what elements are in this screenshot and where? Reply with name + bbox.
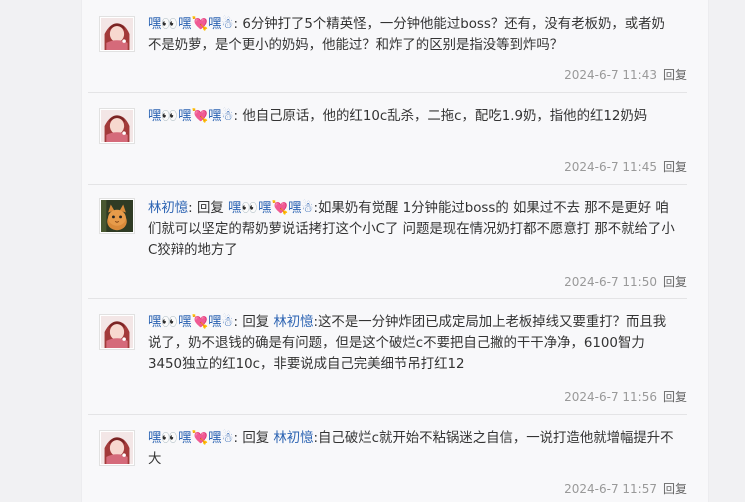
reply-item: 林初憶: 回复 嘿👀嘿💘嘿☃:如果奶有觉醒 1分钟能过boss的 如果过不去 那…	[88, 184, 687, 299]
reply-button[interactable]: 回复	[663, 160, 687, 174]
colon-separator: :	[233, 17, 243, 32]
reply-to-user-link[interactable]: 林初憶	[273, 431, 313, 446]
user-avatar[interactable]	[99, 16, 135, 52]
anime-avatar-icon	[101, 18, 133, 50]
reply-item: 嘿👀嘿💘嘿☃: 6分钟打了5个精英怪，一分钟他能过boss？还有，没有老板奶，或…	[88, 0, 687, 93]
user-avatar[interactable]	[99, 430, 135, 466]
cat-avatar-icon	[101, 200, 133, 232]
reply-meta: 2024-6-7 11:57 回复	[564, 480, 687, 497]
reply-item: 嘿👀嘿💘嘿☃: 他自己原话，他的红10c乱杀，二拖c，配吃1.9奶，指他的红12…	[88, 92, 687, 185]
username-link[interactable]: 嘿👀嘿💘嘿☃	[148, 431, 234, 446]
reply-button[interactable]: 回复	[663, 482, 687, 496]
reply-timestamp: 2024-6-7 11:57	[564, 482, 657, 496]
reply-text: 他自己原话，他的红10c乱杀，二拖c，配吃1.9奶，指他的红12奶妈	[242, 109, 648, 124]
reply-meta: 2024-6-7 11:50 回复	[564, 273, 687, 290]
reply-content: 嘿👀嘿💘嘿☃: 回复 林初憶:自己破烂c就开始不粘锅迷之自信，一说打造他就增幅提…	[148, 428, 678, 470]
reply-to-label: 回复	[196, 201, 228, 216]
reply-meta: 2024-6-7 11:56 回复	[564, 388, 687, 405]
reply-button[interactable]: 回复	[663, 390, 687, 404]
username-link[interactable]: 嘿👀嘿💘嘿☃	[148, 17, 234, 32]
reply-to-user-link[interactable]: 林初憶	[273, 315, 313, 330]
reply-content: 嘿👀嘿💘嘿☃: 回复 林初憶:这不是一分钟炸团已成定局加上老板掉线又要重打？而且…	[148, 312, 678, 375]
user-avatar[interactable]	[99, 314, 135, 350]
reply-to-label: 回复	[242, 315, 274, 330]
colon-separator: :	[233, 109, 243, 124]
username-link[interactable]: 嘿👀嘿💘嘿☃	[148, 109, 234, 124]
reply-timestamp: 2024-6-7 11:43	[564, 68, 657, 82]
reply-item: 嘿👀嘿💘嘿☃: 回复 林初憶:自己破烂c就开始不粘锅迷之自信，一说打造他就增幅提…	[88, 414, 687, 502]
reply-meta: 2024-6-7 11:45 回复	[564, 158, 687, 175]
reply-item: 嘿👀嘿💘嘿☃: 回复 林初憶:这不是一分钟炸团已成定局加上老板掉线又要重打？而且…	[88, 298, 687, 415]
anime-avatar-icon	[101, 432, 133, 464]
user-avatar[interactable]	[99, 108, 135, 144]
reply-list: 嘿👀嘿💘嘿☃: 6分钟打了5个精英怪，一分钟他能过boss？还有，没有老板奶，或…	[88, 0, 687, 502]
reply-content: 嘿👀嘿💘嘿☃: 他自己原话，他的红10c乱杀，二拖c，配吃1.9奶，指他的红12…	[148, 106, 678, 127]
username-link[interactable]: 林初憶	[148, 201, 188, 216]
colon-separator: :	[188, 201, 197, 216]
colon-separator: :	[233, 431, 243, 446]
reply-button[interactable]: 回复	[663, 68, 687, 82]
reply-meta: 2024-6-7 11:43 回复	[564, 66, 687, 83]
reply-button[interactable]: 回复	[663, 275, 687, 289]
reply-content: 嘿👀嘿💘嘿☃: 6分钟打了5个精英怪，一分钟他能过boss？还有，没有老板奶，或…	[148, 14, 678, 56]
reply-to-label: 回复	[242, 431, 274, 446]
user-avatar[interactable]	[99, 198, 135, 234]
reply-timestamp: 2024-6-7 11:45	[564, 160, 657, 174]
reply-timestamp: 2024-6-7 11:56	[564, 390, 657, 404]
reply-content: 林初憶: 回复 嘿👀嘿💘嘿☃:如果奶有觉醒 1分钟能过boss的 如果过不去 那…	[148, 198, 678, 261]
reply-timestamp: 2024-6-7 11:50	[564, 275, 657, 289]
reply-to-user-link[interactable]: 嘿👀嘿💘嘿☃	[228, 201, 314, 216]
colon-separator: :	[233, 315, 243, 330]
username-link[interactable]: 嘿👀嘿💘嘿☃	[148, 315, 234, 330]
anime-avatar-icon	[101, 110, 133, 142]
anime-avatar-icon	[101, 316, 133, 348]
